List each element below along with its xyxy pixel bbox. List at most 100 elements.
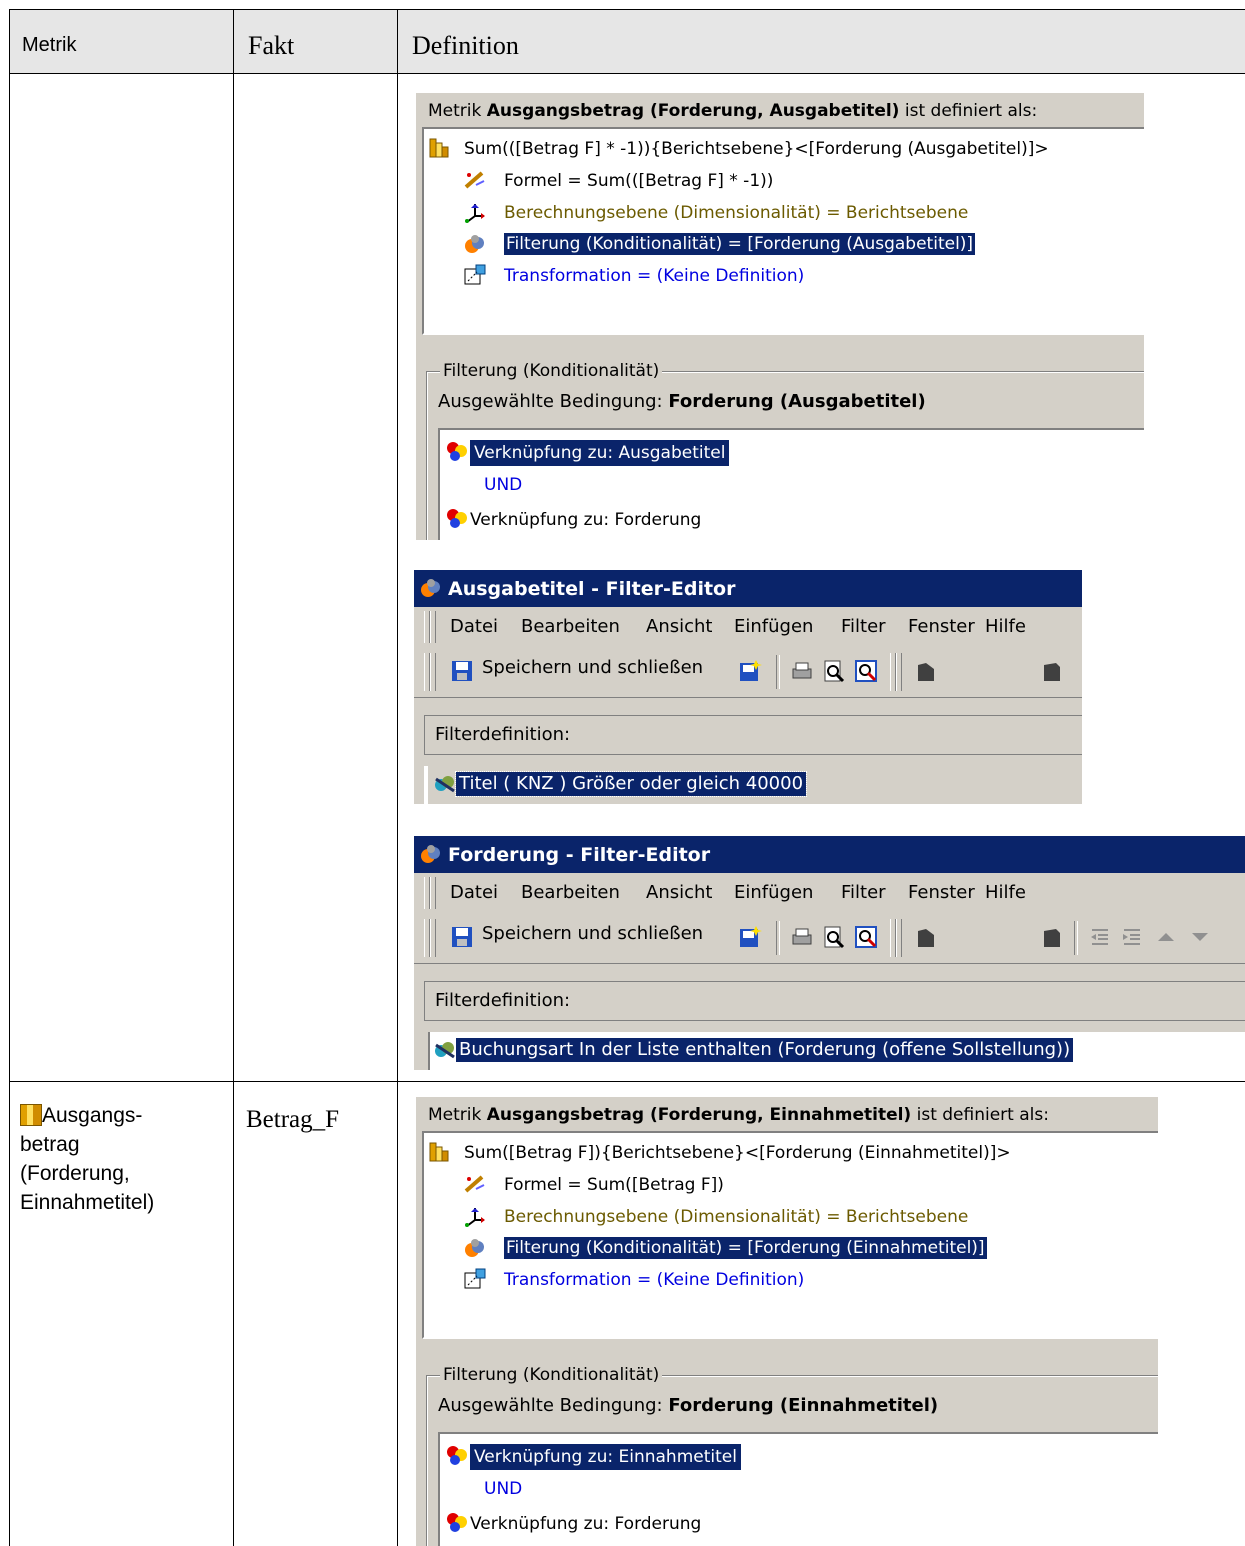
view-icon[interactable]: [854, 659, 878, 683]
condition-icon: [447, 1446, 467, 1465]
block-icon[interactable]: [1040, 925, 1064, 949]
preview-icon[interactable]: [822, 925, 846, 949]
condition-list[interactable]: Verknüpfung zu: Ausgabetitel UND Verknüp…: [438, 428, 1144, 540]
save-icon[interactable]: [450, 659, 474, 683]
tree-berechnung[interactable]: Berechnungsebene (Dimensionalität) = Ber…: [504, 202, 968, 224]
menu-einfuegen[interactable]: Einfügen: [734, 882, 813, 903]
menubar-grip[interactable]: [430, 611, 436, 643]
tree-filterung[interactable]: Filterung (Konditionalität) = [Forderung…: [503, 1236, 988, 1260]
tree-berechnung[interactable]: Berechnungsebene (Dimensionalität) = Ber…: [504, 1206, 968, 1228]
selected-condition: Ausgewählte Bedingung: Forderung (Ausgab…: [438, 391, 926, 412]
table-header-row: [10, 10, 1245, 73]
tree-transformation[interactable]: Transformation = (Keine Definition): [504, 1269, 804, 1291]
menu-filter[interactable]: Filter: [841, 616, 886, 637]
table-border-row: [9, 1081, 1245, 1082]
menu-fenster[interactable]: Fenster: [908, 882, 975, 903]
save-close-button[interactable]: Speichern und schließen: [482, 657, 703, 678]
metric-icon: [429, 138, 449, 158]
tree-transformation[interactable]: Transformation = (Keine Definition): [504, 265, 804, 287]
condition-item[interactable]: Verknüpfung zu: Einnahmetitel: [469, 1443, 742, 1471]
filter-icon: [465, 1239, 484, 1257]
save-close-button[interactable]: Speichern und schließen: [482, 923, 703, 944]
header-definition: Definition: [412, 31, 519, 60]
menu-datei[interactable]: Datei: [450, 882, 498, 903]
toolbar-grip[interactable]: [430, 919, 436, 957]
panel-title: Metrik Ausgangsbetrag (Forderung, Einnah…: [428, 1105, 1049, 1125]
filterdef-header: Filterdefinition:: [424, 981, 1245, 1021]
insert-icon[interactable]: [914, 659, 938, 683]
outdent-icon[interactable]: [1088, 925, 1112, 949]
menu-hilfe[interactable]: Hilfe: [985, 616, 1026, 637]
filter-item[interactable]: Buchungsart In der Liste enthalten (Ford…: [454, 1037, 1075, 1063]
filter-item[interactable]: Titel ( KNZ ) Größer oder gleich 40000: [454, 771, 808, 797]
tree-root[interactable]: Sum(([Betrag F] * -1)){Berichtsebene}<[F…: [464, 138, 1049, 160]
menu-ansicht[interactable]: Ansicht: [646, 882, 712, 903]
metric-line: Einnahmetitel): [20, 1191, 155, 1214]
menu-einfuegen[interactable]: Einfügen: [734, 616, 813, 637]
filter-editor-ausgabetitel: Ausgabetitel - Filter-Editor Datei Bearb…: [414, 570, 1082, 804]
metric-definition-panel: Metrik Ausgangsbetrag (Forderung, Ausgab…: [416, 93, 1144, 540]
menu-filter[interactable]: Filter: [841, 882, 886, 903]
menubar-grip[interactable]: [430, 877, 436, 909]
menu-datei[interactable]: Datei: [450, 616, 498, 637]
tree-formel[interactable]: Formel = Sum(([Betrag F] * -1)): [504, 170, 773, 192]
toolbar-grip[interactable]: [896, 653, 902, 691]
condition-item[interactable]: Verknüpfung zu: Ausgabetitel: [468, 439, 731, 467]
group-label: Filterung (Konditionalität): [440, 361, 663, 381]
save-icon[interactable]: [450, 925, 474, 949]
filter-icon: [465, 235, 484, 253]
formula-icon: [464, 171, 485, 189]
preview-icon[interactable]: [822, 659, 846, 683]
toolbar-grip[interactable]: [896, 919, 902, 957]
menu-bearbeiten[interactable]: Bearbeiten: [521, 882, 620, 903]
table-border-left: [9, 9, 10, 1546]
toolbar-separator: [1074, 921, 1078, 955]
toolbar: Speichern und schließen: [414, 647, 1082, 698]
tree-formel[interactable]: Formel = Sum([Betrag F]): [504, 1174, 724, 1196]
filter-qualification-icon: [435, 1042, 455, 1059]
print-icon[interactable]: [790, 659, 814, 683]
menu-bearbeiten[interactable]: Bearbeiten: [521, 616, 620, 637]
move-down-icon[interactable]: [1188, 925, 1212, 949]
tree-filterung[interactable]: Filterung (Konditionalität) = [Forderung…: [502, 232, 977, 256]
definition-tree[interactable]: Sum(([Betrag F] * -1)){Berichtsebene}<[F…: [422, 127, 1144, 335]
filter-editor-forderung: Forderung - Filter-Editor Datei Bearbeit…: [414, 836, 1245, 1070]
fakt-cell: Betrag_F: [246, 1106, 340, 1133]
condition-list[interactable]: Verknüpfung zu: Einnahmetitel UND Verknü…: [438, 1432, 1158, 1546]
condition-item[interactable]: Verknüpfung zu: Forderung: [470, 509, 701, 531]
view-icon[interactable]: [854, 925, 878, 949]
condition-icon: [447, 1513, 467, 1532]
table-border-col2: [397, 9, 398, 1546]
menu-fenster[interactable]: Fenster: [908, 616, 975, 637]
definition-tree[interactable]: Sum([Betrag F]){Berichtsebene}<[Forderun…: [422, 1131, 1158, 1339]
condition-operator[interactable]: UND: [484, 1478, 522, 1500]
block-icon[interactable]: [1040, 659, 1064, 683]
list-edge: [424, 766, 428, 804]
window-titlebar[interactable]: Ausgabetitel - Filter-Editor: [414, 570, 1082, 607]
menu-hilfe[interactable]: Hilfe: [985, 882, 1026, 903]
selected-condition: Ausgewählte Bedingung: Forderung (Einnah…: [438, 1395, 939, 1416]
indent-icon[interactable]: [1120, 925, 1144, 949]
print-icon[interactable]: [790, 925, 814, 949]
formula-icon: [464, 1175, 485, 1193]
window-title: Ausgabetitel - Filter-Editor: [448, 578, 736, 600]
metric-line: (Forderung,: [20, 1162, 130, 1185]
menu-ansicht[interactable]: Ansicht: [646, 616, 712, 637]
table-border-col1: [233, 9, 234, 1546]
filter-qualification-icon: [435, 776, 455, 793]
filterdef-label: Filterdefinition:: [435, 724, 571, 745]
new-icon[interactable]: [738, 659, 762, 683]
table-border-header: [9, 73, 1245, 74]
insert-icon[interactable]: [914, 925, 938, 949]
tree-root[interactable]: Sum([Betrag F]){Berichtsebene}<[Forderun…: [464, 1142, 1011, 1164]
move-up-icon[interactable]: [1154, 925, 1178, 949]
toolbar-grip[interactable]: [430, 653, 436, 691]
new-icon[interactable]: [738, 925, 762, 949]
metric-icon: [20, 1104, 42, 1126]
condition-item[interactable]: Verknüpfung zu: Forderung: [470, 1513, 701, 1535]
metric-line: betrag: [20, 1133, 80, 1156]
metric-definition-panel: Metrik Ausgangsbetrag (Forderung, Einnah…: [416, 1097, 1158, 1546]
condition-operator[interactable]: UND: [484, 474, 522, 496]
group-label: Filterung (Konditionalität): [440, 1365, 663, 1385]
window-titlebar[interactable]: Forderung - Filter-Editor: [414, 836, 1245, 873]
